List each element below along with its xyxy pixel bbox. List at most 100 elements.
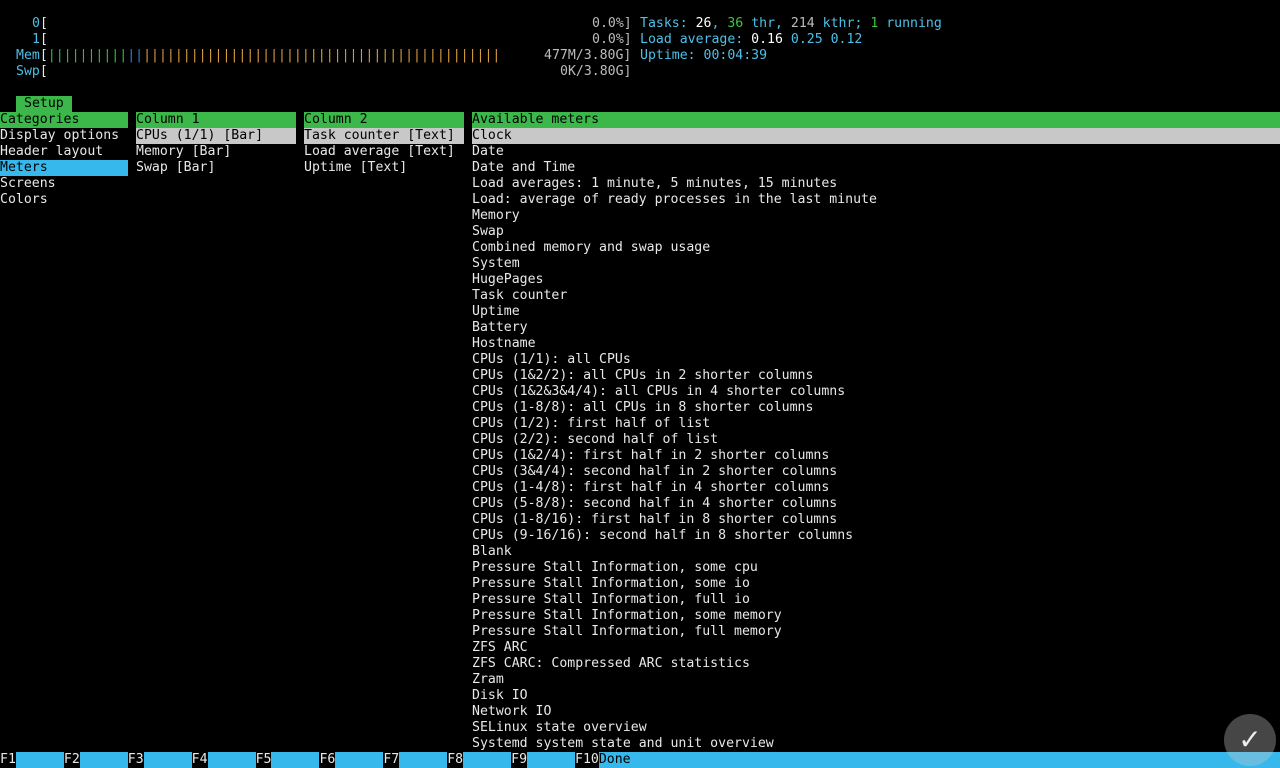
available-meter-item[interactable]: Load: average of ready processes in the … [472, 192, 1280, 208]
available-meter-item[interactable]: Pressure Stall Information, some io [472, 576, 1280, 592]
fkey-f8[interactable]: F8 [447, 752, 512, 768]
available-meter-item[interactable]: Swap [472, 224, 1280, 240]
available-meter-item[interactable]: Systemd system state and unit overview [472, 736, 1280, 752]
uptime-value: 00:04:39 [703, 48, 768, 63]
available-meter-item[interactable]: System [472, 256, 1280, 272]
cpu1-meter: 1[ [32, 32, 48, 47]
fkey-number: F5 [255, 752, 272, 768]
available-meter-item[interactable]: CPUs (1&2/4): first half in 2 shorter co… [472, 448, 1280, 464]
load-1min: 0.16 [751, 32, 783, 47]
fkey-f9[interactable]: F9 [511, 752, 576, 768]
available-meter-item[interactable]: Task counter [472, 288, 1280, 304]
fkey-number: F2 [63, 752, 80, 768]
mem-bar-cache: ||||||||||||||||||||||||||||||||||||||||… [143, 48, 501, 63]
available-meter-item[interactable]: CPUs (1&2/2): all CPUs in 2 shorter colu… [472, 368, 1280, 384]
available-meters-header: Available meters [472, 112, 1280, 128]
fkey-label [335, 752, 384, 768]
available-meter-item[interactable]: Combined memory and swap usage [472, 240, 1280, 256]
fkey-number: F3 [127, 752, 144, 768]
fkey-number: F9 [511, 752, 528, 768]
fkey-label [143, 752, 192, 768]
available-meter-item[interactable]: Date and Time [472, 160, 1280, 176]
fkey-f7[interactable]: F7 [383, 752, 448, 768]
available-meter-item[interactable]: Network IO [472, 704, 1280, 720]
available-meter-item[interactable]: CPUs (5-8/8): second half in 4 shorter c… [472, 496, 1280, 512]
column2-item-load-average[interactable]: Load average [Text] [304, 144, 464, 160]
mem-meter: Mem[||||||||||||||||||||||||||||||||||||… [16, 48, 501, 63]
category-item-screens[interactable]: Screens [0, 176, 128, 192]
logo-icon: ✓ [1224, 714, 1276, 766]
available-meter-item[interactable]: Clock [472, 128, 1280, 144]
column1-item-cpus[interactable]: CPUs (1/1) [Bar] [136, 128, 296, 144]
tasks-count: 26 [695, 16, 712, 31]
column1-item-swap[interactable]: Swap [Bar] [136, 160, 296, 176]
fkey-f5[interactable]: F5 [255, 752, 320, 768]
available-meter-item[interactable]: Battery [472, 320, 1280, 336]
available-meter-item[interactable]: Date [472, 144, 1280, 160]
column1-item-memory[interactable]: Memory [Bar] [136, 144, 296, 160]
fkey-label [15, 752, 64, 768]
fkey-number: F8 [447, 752, 464, 768]
available-meter-item[interactable]: Uptime [472, 304, 1280, 320]
fkey-f6[interactable]: F6 [319, 752, 384, 768]
available-meter-item[interactable]: Disk IO [472, 688, 1280, 704]
category-item-header-layout[interactable]: Header layout [0, 144, 128, 160]
column2-panel: Column 2 Task counter [Text] Load averag… [304, 112, 464, 176]
available-meter-item[interactable]: Pressure Stall Information, full io [472, 592, 1280, 608]
swp-value: 0K/3.80G] [560, 64, 632, 79]
mem-bar-used: |||||||||| [47, 48, 128, 63]
load-5min: 0.25 [790, 32, 823, 47]
available-meter-item[interactable]: CPUs (1&2&3&4/4): all CPUs in 4 shorter … [472, 384, 1280, 400]
fkey-f2[interactable]: F2 [63, 752, 128, 768]
tab-setup[interactable]: Setup [16, 96, 72, 112]
available-meter-item[interactable]: Blank [472, 544, 1280, 560]
available-meter-item[interactable]: Pressure Stall Information, some cpu [472, 560, 1280, 576]
swp-meter: Swp[ [16, 64, 48, 79]
category-item-colors[interactable]: Colors [0, 192, 128, 208]
available-meter-item[interactable]: CPUs (3&4/4): second half in 2 shorter c… [472, 464, 1280, 480]
available-meter-item[interactable]: CPUs (1/2): first half of list [472, 416, 1280, 432]
fkey-number: F7 [383, 752, 400, 768]
available-meter-item[interactable]: Pressure Stall Information, some memory [472, 608, 1280, 624]
mem-label: Mem [16, 48, 40, 63]
available-meter-item[interactable]: ZFS CARC: Compressed ARC statistics [472, 656, 1280, 672]
function-key-bar: F1 F2 F3 F4 F5 F6 F7 F8 F9 F10 Done [0, 752, 1280, 768]
available-meter-item[interactable]: CPUs (2/2): second half of list [472, 432, 1280, 448]
threads-count: 36 [727, 16, 744, 31]
available-meter-item[interactable]: CPUs (1/1): all CPUs [472, 352, 1280, 368]
fkey-f3[interactable]: F3 [127, 752, 192, 768]
available-meter-item[interactable]: CPUs (1-4/8): first half in 4 shorter co… [472, 480, 1280, 496]
available-meter-item[interactable]: ZFS ARC [472, 640, 1280, 656]
column2-item-task-counter[interactable]: Task counter [Text] [304, 128, 464, 144]
categories-header: Categories [0, 112, 128, 128]
fkey-number: F4 [191, 752, 208, 768]
available-meter-item[interactable]: CPUs (1-8/16): first half in 8 shorter c… [472, 512, 1280, 528]
available-meter-item[interactable]: HugePages [472, 272, 1280, 288]
available-meter-item[interactable]: CPUs (9-16/16): second half in 8 shorter… [472, 528, 1280, 544]
tasks-meter: Tasks: 26, 36 thr, 214 kthr; 1 running [640, 16, 942, 31]
available-meter-item[interactable]: Zram [472, 672, 1280, 688]
cpu0-meter: 0[ [32, 16, 48, 31]
fkey-label [79, 752, 128, 768]
available-meters-panel: Available meters Clock Date Date and Time L… [472, 112, 1280, 752]
column1-panel: Column 1 CPUs (1/1) [Bar] Memory [Bar] S… [136, 112, 296, 176]
fkey-label: Done [598, 752, 1280, 768]
available-meter-item[interactable]: Hostname [472, 336, 1280, 352]
column2-item-uptime[interactable]: Uptime [Text] [304, 160, 464, 176]
fkey-f1[interactable]: F1 [0, 752, 64, 768]
swp-label: Swp [16, 64, 40, 79]
category-item-meters[interactable]: Meters [0, 160, 128, 176]
category-item-display-options[interactable]: Display options [0, 128, 128, 144]
fkey-number: F10 [575, 752, 599, 768]
available-meter-item[interactable]: CPUs (1-8/8): all CPUs in 8 shorter colu… [472, 400, 1280, 416]
available-meters-list: Clock Date Date and Time Load averages: 1 m… [472, 128, 1280, 752]
fkey-f10[interactable]: F10 Done [575, 752, 1280, 768]
available-meter-item[interactable]: Load averages: 1 minute, 5 minutes, 15 m… [472, 176, 1280, 192]
load-15min: 0.12 [830, 32, 863, 47]
uptime-meter: Uptime: 00:04:39 [640, 48, 768, 63]
fkey-label [399, 752, 448, 768]
available-meter-item[interactable]: Pressure Stall Information, full memory [472, 624, 1280, 640]
available-meter-item[interactable]: Memory [472, 208, 1280, 224]
fkey-f4[interactable]: F4 [191, 752, 256, 768]
available-meter-item[interactable]: SELinux state overview [472, 720, 1280, 736]
